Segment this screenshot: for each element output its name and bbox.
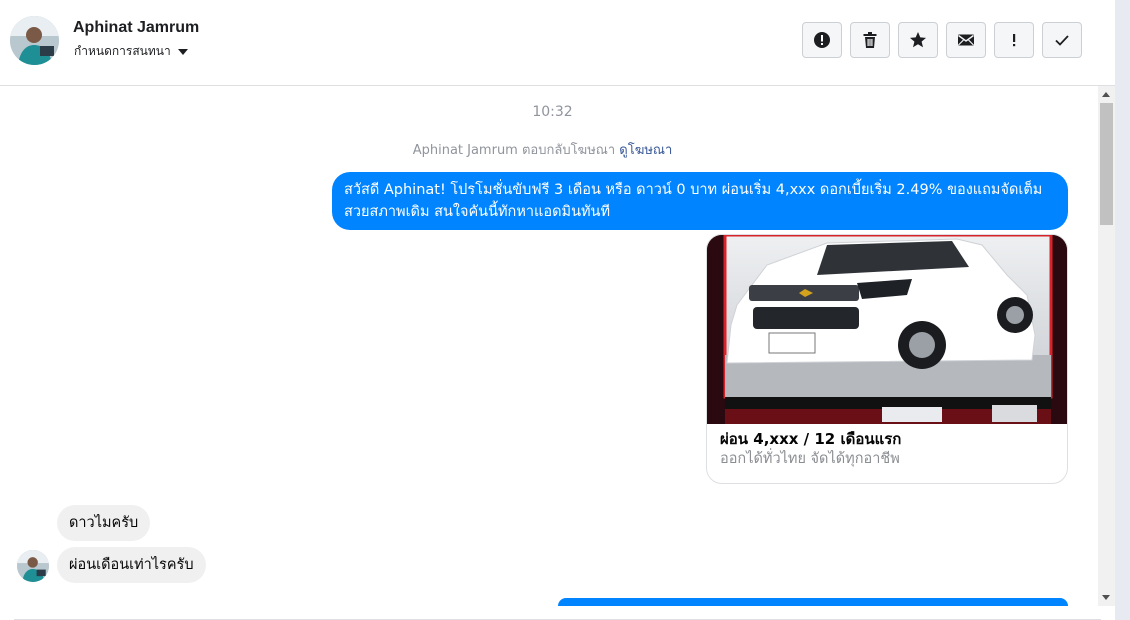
message-timestamp: 10:32 [532,104,573,120]
checkmark-icon [1055,35,1069,46]
delete-button[interactable] [850,22,890,58]
message-scrollbar[interactable] [1098,86,1115,606]
incoming-message: ดาวไมครับ [57,505,151,541]
assign-conversation-dropdown[interactable]: กำหนดการสนทนา [74,42,188,61]
caret-down-icon [177,48,188,55]
page-gutter [1115,0,1130,620]
scroll-up-arrow-icon[interactable] [1102,92,1110,97]
ad-reply-note: Aphinat Jamrum ตอบกลับโฆษณา ดูโฆษณา [0,139,1085,160]
alert-circle-icon [814,32,830,48]
pickup-truck-photo-icon [707,235,1067,424]
contact-name[interactable]: Aphinat Jamrum [73,19,199,37]
scroll-down-arrow-icon[interactable] [1102,595,1110,600]
star-button[interactable] [898,22,938,58]
mark-done-button[interactable] [1042,22,1082,58]
ad-reply-text: Aphinat Jamrum ตอบกลับโฆษณา [412,143,616,158]
mark-unread-button[interactable] [946,22,986,58]
envelope-icon [958,34,974,46]
person-photo-icon [10,16,59,65]
view-ad-link[interactable]: ดูโฆษณา [619,143,672,158]
scrollbar-thumb[interactable] [1100,103,1113,225]
incoming-message: ผ่อนเดือนเท่าไรครับ [57,547,206,583]
contact-avatar[interactable] [10,16,59,65]
follow-up-button[interactable] [994,22,1034,58]
conversation-header: Aphinat Jamrum กำหนดการสนทนา [0,0,1115,86]
ad-image[interactable] [707,235,1067,424]
assign-label: กำหนดการสนทนา [74,44,171,58]
outgoing-message: สวัสดี Aphinat! โปรโมชั่นขับฟรี 3 เดือน … [332,172,1068,230]
ad-card[interactable]: ผ่อน 4,xxx / 12 เดือนแรก ออกได้ทั่วไทย จ… [706,234,1068,484]
exclamation-icon [1013,34,1016,47]
report-spam-button[interactable] [802,22,842,58]
star-icon [910,32,926,48]
contact-avatar-small[interactable] [17,550,49,582]
outgoing-message-partial [558,598,1068,606]
ad-card-subtitle: ออกได้ทั่วไทย จัดได้ทุกอาชีพ [720,451,900,467]
trash-icon [863,32,877,48]
person-photo-icon [17,550,49,582]
